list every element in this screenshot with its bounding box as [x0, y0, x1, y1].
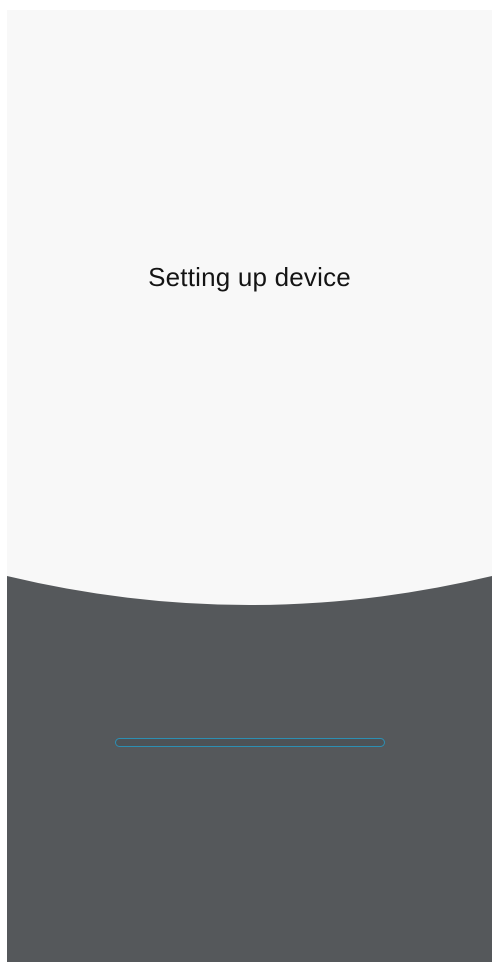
curved-background-shape [7, 10, 492, 605]
setup-title: Setting up device [148, 262, 351, 292]
setup-screen: Setting up device [7, 10, 492, 962]
header-curved-panel: Setting up device [7, 10, 492, 610]
setup-progress-bar [115, 738, 385, 747]
